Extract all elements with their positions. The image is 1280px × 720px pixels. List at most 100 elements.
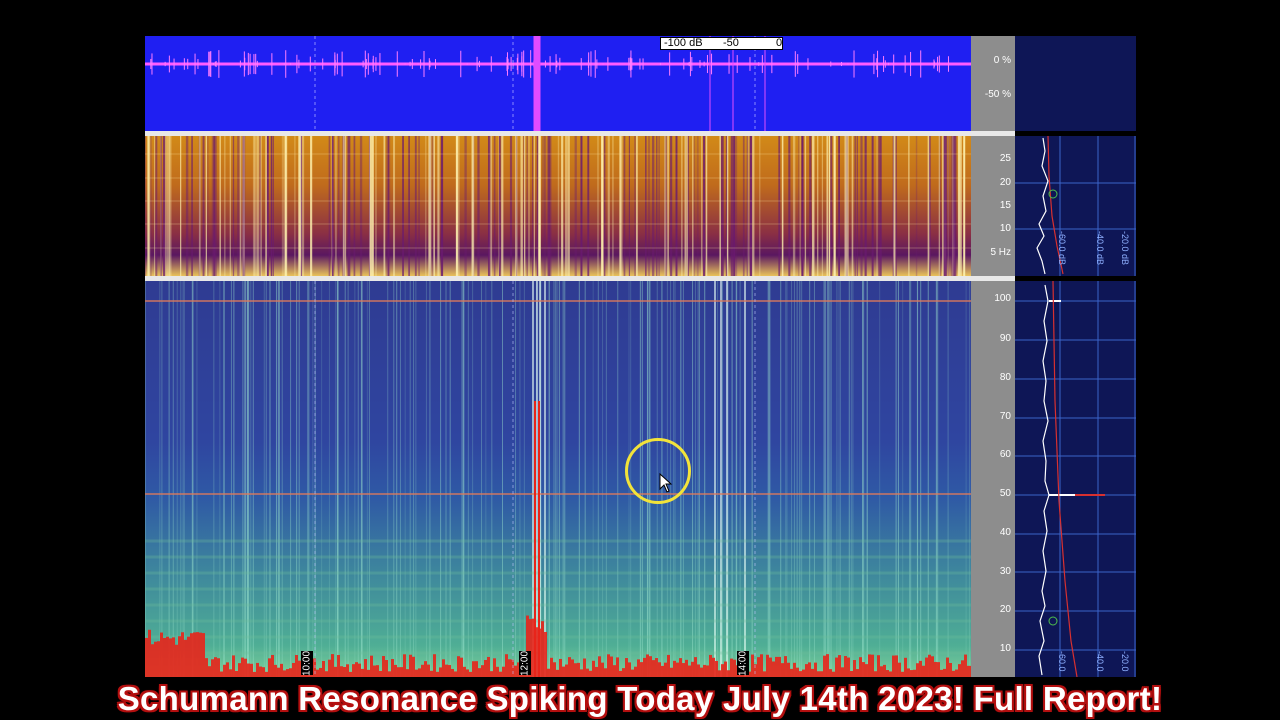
noise-floor-bar [937, 662, 940, 677]
noise-floor-bar [409, 654, 412, 677]
axis-label: -40.0 [1095, 651, 1105, 672]
noise-floor-bar [610, 656, 613, 677]
noise-floor-bar [832, 671, 835, 677]
noise-floor-bar [688, 665, 691, 677]
noise-floor-bar [949, 662, 952, 677]
noise-floor-bar [820, 671, 823, 677]
noise-floor-bar [181, 632, 184, 677]
noise-floor-bar [292, 662, 295, 677]
noise-floor-bar [427, 664, 430, 677]
noise-floor-bar [673, 660, 676, 677]
colorbar-max: 0 [776, 37, 783, 49]
noise-floor-bar [856, 669, 859, 677]
noise-floor-bar [325, 671, 328, 677]
noise-floor-bar [211, 659, 214, 677]
noise-floor-bar [556, 669, 559, 677]
noise-floor-bar [817, 671, 820, 677]
noise-floor-bar [625, 658, 628, 677]
noise-floor-bar [559, 658, 562, 677]
waveform-scale: 0 % -50 % [971, 36, 1015, 131]
noise-floor-bar [193, 632, 196, 677]
axis-label: -40.0 dB [1095, 231, 1105, 266]
db-colorbar: -100 dB -50 0 [660, 37, 783, 50]
noise-floor-bar [322, 661, 325, 677]
scale-label: 10 [999, 643, 1011, 654]
noise-floor-bar [220, 671, 223, 677]
noise-floor-bar [373, 665, 376, 677]
scale-label: 0 % [993, 55, 1011, 66]
scale-label: 5 Hz [990, 247, 1011, 258]
noise-floor-bar [229, 669, 232, 677]
noise-floor-bar [598, 656, 601, 677]
scale-label: 80 [999, 372, 1011, 383]
noise-floor-bar [505, 654, 508, 677]
scale-label: 50 [999, 488, 1011, 499]
noise-floor-bar [823, 655, 826, 677]
noise-floor-bar [685, 659, 688, 677]
noise-floor-bar [589, 670, 592, 677]
noise-floor-bar [316, 669, 319, 677]
noise-floor-bar [349, 671, 352, 677]
axis-label: -20.0 [1120, 651, 1130, 672]
noise-floor-bar [445, 664, 448, 677]
noise-floor-bar [148, 629, 151, 677]
scale-label: 20 [999, 604, 1011, 615]
noise-floor-bar [643, 657, 646, 677]
noise-floor-bar [235, 670, 238, 677]
noise-floor-bar [907, 668, 910, 677]
spectrogram-streaks [145, 136, 971, 276]
noise-floor-bar [184, 639, 187, 677]
noise-floor-bar [442, 659, 445, 677]
noise-floor-bar [808, 662, 811, 677]
noise-floor-bar [289, 668, 292, 677]
noise-floor-bar [424, 661, 427, 677]
noise-floor-bar [940, 669, 943, 677]
noise-floor-bar [457, 656, 460, 677]
noise-floor-bar [934, 661, 937, 677]
noise-floor-bar [340, 666, 343, 677]
scale-label: 40 [999, 527, 1011, 538]
noise-floor-bar [421, 664, 424, 677]
noise-floor-bar [877, 655, 880, 677]
noise-floor-bar [490, 671, 493, 677]
noise-floor-bar [319, 667, 322, 677]
noise-floor-bar [799, 671, 802, 677]
noise-floor-bar [454, 671, 457, 677]
power-profile-plot [1015, 280, 1136, 678]
waveform-trace [145, 36, 971, 131]
noise-floor-bar [772, 661, 775, 677]
noise-floor-bar [691, 661, 694, 677]
noise-floor-bar [763, 671, 766, 677]
noise-floor-bar [370, 655, 373, 677]
noise-floor-bar [280, 663, 283, 677]
noise-floor-bar [226, 662, 229, 677]
noise-floor-bar [436, 671, 439, 677]
noise-floor-bar [892, 655, 895, 677]
noise-floor-bar [493, 658, 496, 677]
noise-floor-bar [679, 658, 682, 677]
noise-floor-bar [706, 665, 709, 677]
noise-floor-bar [583, 658, 586, 677]
noise-floor-bar [916, 663, 919, 677]
noise-floor-bar [274, 664, 277, 677]
noise-floor-bar [778, 656, 781, 677]
noise-floor-bar [364, 659, 367, 677]
noise-floor-bar [841, 667, 844, 677]
noise-floor-bar [460, 657, 463, 677]
noise-floor-bar [835, 657, 838, 677]
axis-label: -60.0 [1057, 651, 1067, 672]
noise-floor-bar [244, 658, 247, 677]
noise-floor-bar [718, 670, 721, 677]
noise-floor-bar [337, 654, 340, 677]
noise-floor-bar [145, 637, 148, 677]
noise-floor-bar [829, 669, 832, 677]
noise-floor-bar [622, 668, 625, 677]
noise-floor-bar [451, 668, 454, 677]
noise-floor-bar [400, 667, 403, 677]
noise-floor-bar [151, 644, 154, 677]
noise-floor-bar [676, 662, 679, 677]
noise-floor-bar [430, 670, 433, 677]
scale-label: 15 [999, 200, 1011, 211]
scale-label: 100 [994, 293, 1011, 304]
noise-floor-bar [601, 662, 604, 677]
